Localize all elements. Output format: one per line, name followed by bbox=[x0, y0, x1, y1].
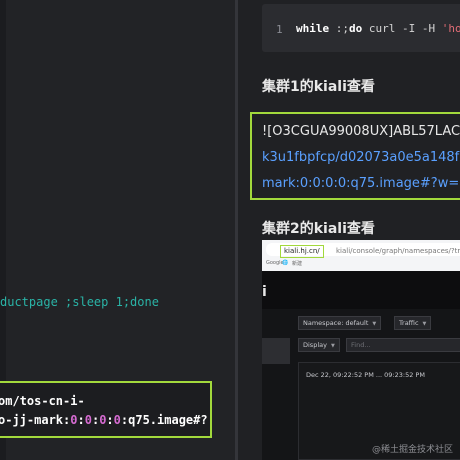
highlight-line-1: om/tos-cn-i- bbox=[0, 394, 85, 408]
markdown-image-box: ![O3CGUA99008UX]ABL57LACD k3u1fbpfcp/d02… bbox=[250, 112, 460, 200]
highlight-line-2: o-jj-mark:0:0:0:0:q75.image#? bbox=[0, 413, 208, 427]
editor-pane[interactable]: ductpage ;sleep 1;done om/tos-cn-i- o-jj… bbox=[0, 0, 235, 460]
bookmark-new: 新建 bbox=[292, 261, 303, 267]
url-domain-highlight: kiali.hj.cn/ bbox=[280, 245, 324, 258]
globe-icon: 🌐 bbox=[282, 260, 289, 266]
heading-cluster2: 集群2的kiali查看 bbox=[262, 221, 375, 237]
code-line-number: 1 bbox=[276, 23, 283, 36]
date-range: Dec 22, 09:22:52 PM ... 09:23:52 PM bbox=[306, 371, 425, 379]
kiali-header: i bbox=[262, 271, 460, 309]
code-line-tail: ductpage ;sleep 1;done bbox=[0, 295, 159, 309]
highlighted-code-box: om/tos-cn-i- o-jj-mark:0:0:0:0:q75.image… bbox=[0, 381, 212, 438]
url-field: kiali.hj.cn/ kiali/console/graph/namespa… bbox=[266, 243, 460, 258]
chevron-down-icon: ▼ bbox=[372, 321, 377, 327]
display-select: Display ▼ bbox=[298, 338, 340, 352]
watermark: @稀土掘金技术社区 bbox=[372, 445, 454, 455]
markdown-image-alt: ![O3CGUA99008UX]ABL57LACD bbox=[262, 124, 460, 139]
code-block: 1 while :;do curl -I -H 'host bbox=[262, 4, 460, 52]
markdown-image-link-2[interactable]: mark:0:0:0:0:q75.image#?w=20 bbox=[262, 176, 460, 191]
preview-pane[interactable]: 1 while :;do curl -I -H 'host 集群1的kiali查… bbox=[238, 0, 460, 460]
find-input: Find... bbox=[346, 338, 460, 352]
namespace-select: Namespace: default ▼ bbox=[298, 316, 382, 330]
heading-cluster1: 集群1的kiali查看 bbox=[262, 79, 375, 95]
side-panel-block bbox=[262, 338, 290, 364]
chevron-down-icon: ▼ bbox=[422, 321, 427, 327]
url-path: kiali/console/graph/namespaces/?traffic=… bbox=[336, 247, 460, 255]
bookmark-google: Google bbox=[266, 260, 284, 266]
chevron-down-icon: ▼ bbox=[330, 343, 335, 349]
kiali-screenshot: kiali.hj.cn/ kiali/console/graph/namespa… bbox=[262, 240, 460, 460]
markdown-image-link-1[interactable]: k3u1fbpfcp/d02073a0e5a148f3 bbox=[262, 150, 460, 165]
code-text: while :;do curl -I -H 'host bbox=[296, 22, 460, 35]
browser-url-bar: kiali.hj.cn/ kiali/console/graph/namespa… bbox=[262, 240, 460, 271]
traffic-select: Traffic ▼ bbox=[394, 316, 432, 330]
kiali-logo-letter: i bbox=[262, 284, 267, 300]
